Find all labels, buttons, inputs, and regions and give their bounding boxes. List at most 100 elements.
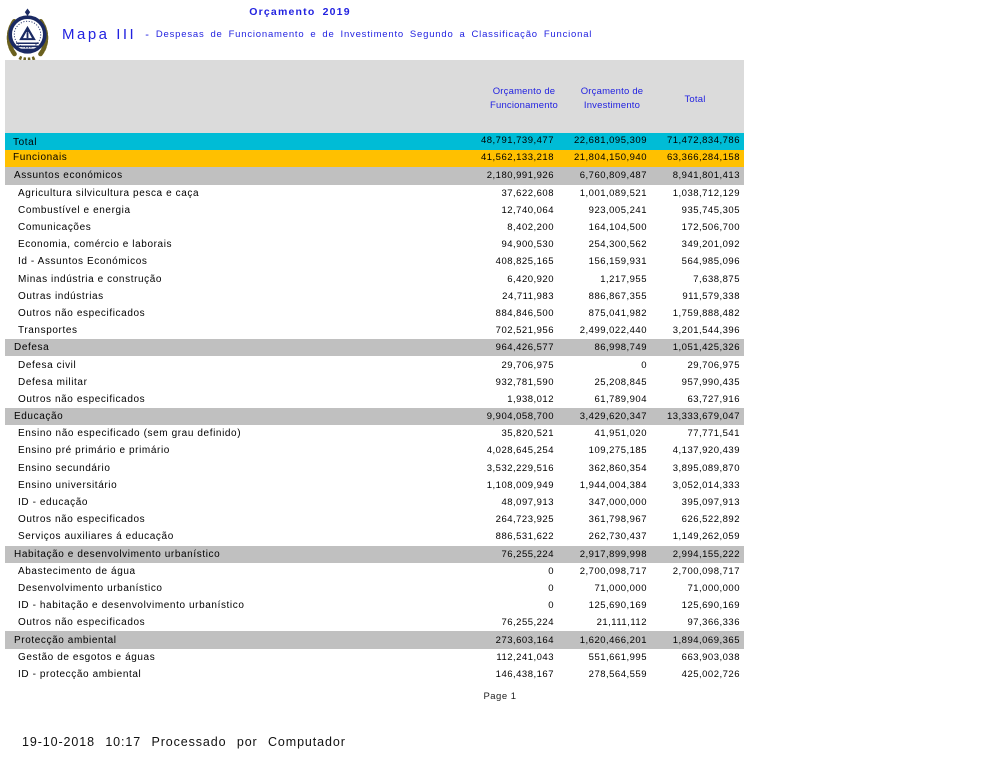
row-label: Outros não especificados xyxy=(18,617,146,629)
table-row-detail: Abastecimento de água 0 2,700,098,717 2,700… xyxy=(5,563,744,580)
row-value-investimento: 21,804,150,940 xyxy=(573,152,647,164)
row-label: Protecção ambiental xyxy=(14,634,117,646)
table-row-detail: Outros não especificados 264,723,925 361,7… xyxy=(5,511,744,528)
row-label: Outros não especificados xyxy=(18,393,146,405)
row-value-investimento: 875,041,982 xyxy=(588,307,647,319)
row-value-total: 125,690,169 xyxy=(681,600,740,612)
row-value-investimento: 886,867,355 xyxy=(588,290,647,302)
row-value-funcionamento: 2,180,991,926 xyxy=(486,170,554,182)
row-value-investimento: 25,208,845 xyxy=(594,376,647,388)
row-label: Minas indústria e construção xyxy=(18,273,163,285)
table-row-section: Protecção ambiental 273,603,164 1,620,466,… xyxy=(5,631,744,649)
row-label: Gestão de esgotos e águas xyxy=(18,651,156,663)
row-value-funcionamento: 76,255,224 xyxy=(501,617,554,629)
row-value-funcionamento: 94,900,530 xyxy=(501,239,554,251)
row-value-investimento: 71,000,000 xyxy=(594,582,647,594)
row-value-funcionamento: 884,846,500 xyxy=(495,307,554,319)
row-label: Id - Assuntos Económicos xyxy=(18,256,148,268)
row-value-total: 97,366,336 xyxy=(687,617,740,629)
row-value-total: 1,759,888,482 xyxy=(672,307,740,319)
row-value-total: 4,137,920,439 xyxy=(672,445,740,457)
row-value-investimento: 1,944,004,384 xyxy=(579,479,647,491)
row-value-investimento: 362,860,354 xyxy=(588,462,647,474)
row-value-funcionamento: 0 xyxy=(548,565,554,577)
row-value-total: 71,000,000 xyxy=(687,582,740,594)
row-value-funcionamento: 48,097,913 xyxy=(501,497,554,509)
row-value-investimento: 164,104,500 xyxy=(588,222,647,234)
row-label: Outros não especificados xyxy=(18,514,146,526)
row-value-total: 626,522,892 xyxy=(681,514,740,526)
row-value-funcionamento: 6,420,920 xyxy=(507,273,554,285)
table-row-detail: Combustível e energia 12,740,064 923,005,2… xyxy=(5,202,744,219)
row-label: ID - habitação e desenvolvimento urbanís… xyxy=(18,600,245,612)
row-label: Outros não especificados xyxy=(18,307,146,319)
row-value-funcionamento: 1,938,012 xyxy=(507,393,554,405)
row-value-total: 3,052,014,333 xyxy=(672,479,740,491)
row-value-funcionamento: 8,402,200 xyxy=(507,222,554,234)
row-label: Combustível e energia xyxy=(18,204,131,216)
row-label: Habitação e desenvolvimento urbanístico xyxy=(14,548,221,560)
row-value-funcionamento: 35,820,521 xyxy=(501,428,554,440)
table-row-section: Defesa 964,426,577 86,998,749 1,051,425,326 xyxy=(5,339,744,357)
row-value-total: 8,941,801,413 xyxy=(672,170,740,182)
table-row-detail: Minas indústria e construção 6,420,920 1,2… xyxy=(5,271,744,288)
row-value-funcionamento: 702,521,956 xyxy=(495,325,554,337)
table-header: Orçamento de Funcionamento Orçamento de … xyxy=(5,60,744,133)
table-row-detail: Ensino não especificado (sem grau defini… xyxy=(5,425,744,442)
map-subtitle: Despesas de Funcionamento e de Investime… xyxy=(155,29,593,40)
row-label: Desenvolvimento urbanístico xyxy=(18,582,163,594)
row-label: Assuntos económicos xyxy=(14,170,123,182)
table-row-detail: Comunicações 8,402,200 164,104,500 172,506,… xyxy=(5,219,744,236)
row-label: Serviços auxiliares á educação xyxy=(18,531,174,543)
row-value-total: 29,706,975 xyxy=(687,359,740,371)
row-value-investimento: 923,005,241 xyxy=(588,204,647,216)
row-value-funcionamento: 76,255,224 xyxy=(501,548,554,560)
table-row-detail: Id - Assuntos Económicos 408,825,165 156,1… xyxy=(5,253,744,270)
table-row-detail: Outras indústrias 24,711,983 886,867,355 91… xyxy=(5,288,744,305)
row-label: Agricultura silvicultura pesca e caça xyxy=(18,187,200,199)
row-value-funcionamento: 4,028,645,254 xyxy=(486,445,554,457)
row-value-funcionamento: 48,791,739,477 xyxy=(480,135,554,146)
table-row-detail: Outros não especificados 1,938,012 61,789,… xyxy=(5,391,744,408)
row-value-total: 663,903,038 xyxy=(681,651,740,663)
row-value-investimento: 1,217,955 xyxy=(600,273,647,285)
row-label: Comunicações xyxy=(18,222,92,234)
row-value-total: 71,472,834,786 xyxy=(666,135,740,146)
column-header-funcionamento: Orçamento de Funcionamento xyxy=(489,86,559,111)
row-value-investimento: 361,798,967 xyxy=(588,514,647,526)
row-value-funcionamento: 146,438,167 xyxy=(495,668,554,680)
row-value-funcionamento: 37,622,608 xyxy=(501,187,554,199)
table-row-detail: Transportes 702,521,956 2,499,022,440 3,201… xyxy=(5,322,744,339)
row-value-funcionamento: 41,562,133,218 xyxy=(480,152,554,164)
table-row-detail: ID - educação 48,097,913 347,000,000 395,09… xyxy=(5,494,744,511)
processed-footer: 19-10-2018 10:17 Processado por Computad… xyxy=(22,735,346,749)
row-value-funcionamento: 408,825,165 xyxy=(495,256,554,268)
row-value-investimento: 347,000,000 xyxy=(588,497,647,509)
row-value-investimento: 1,620,466,201 xyxy=(579,634,647,646)
row-label: ID - protecção ambiental xyxy=(18,668,142,680)
row-value-investimento: 61,789,904 xyxy=(594,393,647,405)
table-row-detail: Ensino secundário 3,532,229,516 362,860,35… xyxy=(5,460,744,477)
row-label: Defesa xyxy=(14,342,50,354)
row-label: Transportes xyxy=(18,325,78,337)
row-value-total: 77,771,541 xyxy=(687,428,740,440)
table-row-detail: Desenvolvimento urbanístico 0 71,000,000 71… xyxy=(5,580,744,597)
row-value-investimento: 22,681,095,309 xyxy=(573,135,647,146)
row-value-funcionamento: 1,108,009,949 xyxy=(486,479,554,491)
row-value-investimento: 551,661,995 xyxy=(588,651,647,663)
table-row-funcionais: Funcionais 41,562,133,218 21,804,150,940 63… xyxy=(5,150,744,168)
table-row-detail: ID - protecção ambiental 146,438,167 278,5… xyxy=(5,666,744,683)
row-value-funcionamento: 29,706,975 xyxy=(501,359,554,371)
row-label: ID - educação xyxy=(18,497,89,509)
row-value-investimento: 3,429,620,347 xyxy=(579,411,647,423)
row-label: Total xyxy=(13,137,38,149)
document-title: Orçamento 2019 xyxy=(249,6,351,18)
table-row-detail: Ensino pré primário e primário 4,028,645,… xyxy=(5,442,744,459)
row-value-total: 63,366,284,158 xyxy=(666,152,740,164)
table-row-detail: Outros não especificados 884,846,500 875,0… xyxy=(5,305,744,322)
row-value-total: 13,333,679,047 xyxy=(666,411,740,423)
row-value-investimento: 109,275,185 xyxy=(588,445,647,457)
row-value-funcionamento: 964,426,577 xyxy=(495,342,554,354)
row-value-total: 2,700,098,717 xyxy=(672,565,740,577)
map-title-line: Mapa III - Despesas de Funcionamento e d… xyxy=(62,26,592,43)
